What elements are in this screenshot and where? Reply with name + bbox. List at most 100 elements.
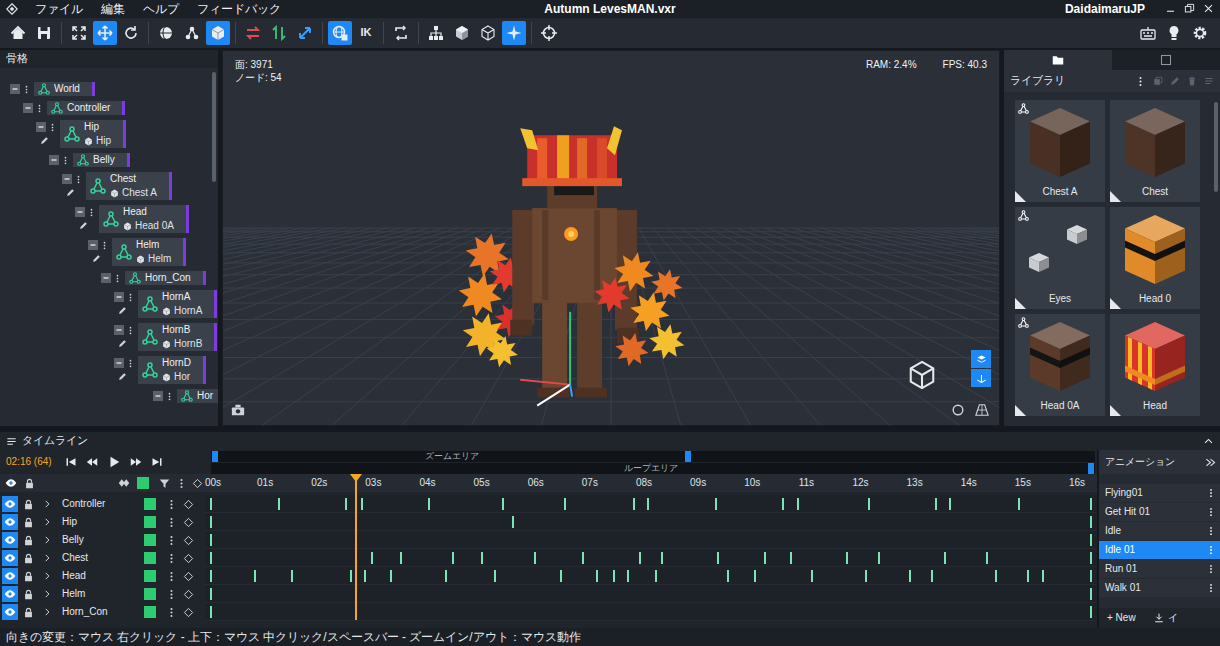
track-color-swatch[interactable] (144, 570, 156, 582)
tool-button[interactable] (293, 21, 317, 45)
expand-icon[interactable] (38, 607, 56, 617)
import-animation-button[interactable]: イ (1154, 612, 1178, 624)
node-label[interactable]: World (54, 83, 80, 95)
track-row[interactable]: Belly (0, 531, 1097, 549)
keyframe[interactable] (647, 498, 649, 510)
mesh-label[interactable]: HornB (174, 338, 202, 350)
mesh-label[interactable]: Hor (174, 371, 190, 383)
track-color-swatch[interactable] (144, 588, 156, 600)
keyframe[interactable] (564, 498, 566, 510)
track-menu-icon[interactable] (162, 517, 180, 528)
track-name[interactable]: Belly (56, 534, 142, 546)
time-axis[interactable]: 00s01s02s03s04s05s06s07s08s09s10s11s12s1… (211, 474, 1097, 492)
visibility-icon[interactable] (2, 568, 18, 584)
collapse-icon[interactable] (49, 155, 59, 165)
keyframe[interactable] (655, 570, 657, 582)
keyframe[interactable] (350, 570, 352, 582)
visibility-icon[interactable] (2, 604, 18, 620)
keyframe[interactable] (210, 606, 212, 618)
timeline-menu-icon[interactable] (6, 436, 17, 447)
track-color-swatch[interactable] (144, 552, 156, 564)
collapse-icon[interactable] (75, 207, 85, 217)
animation-name[interactable]: Walk 01 (1105, 582, 1141, 594)
keyframe[interactable] (754, 570, 756, 582)
add-key-icon[interactable] (180, 553, 196, 564)
library-scrollbar[interactable] (1214, 102, 1218, 192)
keyframe[interactable] (944, 552, 946, 564)
app-logo-icon[interactable] (6, 3, 18, 15)
keyframe[interactable] (1027, 570, 1029, 582)
tool-button[interactable] (32, 21, 56, 45)
keyframe[interactable] (717, 552, 719, 564)
mesh-label[interactable]: Chest A (122, 187, 157, 199)
keyframe[interactable] (210, 552, 212, 564)
keyframes-icon[interactable] (115, 477, 133, 489)
keyframe[interactable] (865, 570, 867, 582)
track-row[interactable]: Helm (0, 585, 1097, 603)
collapse-icon[interactable] (114, 292, 124, 302)
add-key-icon[interactable] (189, 478, 205, 489)
node-menu-icon[interactable] (126, 359, 135, 368)
keyframe[interactable] (291, 570, 293, 582)
keyframe[interactable] (390, 570, 392, 582)
keyframe[interactable] (797, 498, 799, 510)
menu-item[interactable]: ヘルプ (134, 2, 188, 16)
track-name[interactable]: Helm (56, 588, 142, 600)
edit-pencil-icon[interactable] (36, 136, 60, 145)
keyframe[interactable] (661, 552, 663, 564)
track-row[interactable]: Horn_Con (0, 603, 1097, 621)
ruler-area[interactable]: 00s01s02s03s04s05s06s07s08s09s10s11s12s1… (205, 474, 1097, 492)
keyframe[interactable] (633, 498, 635, 510)
tree-node[interactable]: Horn_Con (101, 271, 218, 285)
node-label-box[interactable]: HornDHor (138, 356, 206, 384)
track-keys-area[interactable] (205, 585, 1097, 603)
orbit-icon[interactable] (951, 403, 965, 417)
keyframe[interactable] (502, 498, 504, 510)
keyframe[interactable] (1090, 606, 1092, 618)
keyframe[interactable] (278, 498, 280, 510)
collapse-icon[interactable] (36, 122, 46, 132)
node-menu-icon[interactable] (126, 293, 135, 302)
node-menu-icon[interactable] (74, 175, 83, 184)
tool-button[interactable] (1136, 21, 1160, 45)
node-label-box[interactable]: HelmHelm (112, 238, 186, 266)
keyframe[interactable] (445, 570, 447, 582)
track-menu-icon[interactable] (162, 589, 180, 600)
track-row[interactable]: Chest (0, 549, 1097, 567)
expand-icon[interactable] (38, 535, 56, 545)
add-key-icon[interactable] (180, 499, 196, 510)
tool-button[interactable] (537, 21, 561, 45)
library-menu-icon[interactable] (1135, 76, 1146, 87)
keyframe[interactable] (1090, 516, 1092, 528)
keyframe[interactable] (596, 570, 598, 582)
tool-button[interactable] (476, 21, 500, 45)
user-name[interactable]: DaidaimaruJP (1065, 2, 1145, 16)
keyframe[interactable] (210, 570, 212, 582)
tree-node[interactable]: HelmHelm (88, 238, 218, 266)
node-label-box[interactable]: HornBHornB (138, 323, 217, 351)
node-mesh[interactable]: Hip (84, 135, 111, 147)
keyframe[interactable] (1018, 498, 1020, 510)
node-menu-icon[interactable] (126, 326, 135, 335)
tree-node[interactable]: ChestChest A (62, 172, 218, 200)
keyframe[interactable] (534, 552, 536, 564)
edit-pencil-icon[interactable] (114, 339, 138, 348)
keyframe[interactable] (1090, 498, 1092, 510)
visibility-icon[interactable] (2, 496, 18, 512)
add-key-icon[interactable] (180, 589, 196, 600)
library-item[interactable]: Head (1110, 314, 1200, 416)
next-icon[interactable] (130, 456, 142, 468)
animation-name[interactable]: Get Hit 01 (1105, 506, 1150, 518)
edit-pencil-icon[interactable] (75, 221, 99, 230)
animation-item[interactable]: Run 01 (1099, 560, 1220, 578)
track-menu-icon[interactable] (162, 535, 180, 546)
track-color-swatch[interactable] (144, 606, 156, 618)
expand-icon[interactable] (38, 517, 56, 527)
keyframe[interactable] (1090, 588, 1092, 600)
node-mesh[interactable]: HornA (162, 305, 202, 317)
animation-menu-icon[interactable] (1206, 507, 1216, 517)
visibility-icon[interactable] (2, 514, 18, 530)
node-label-box[interactable]: ChestChest A (86, 172, 172, 200)
expand-icon[interactable] (38, 553, 56, 563)
track-keys-area[interactable] (205, 567, 1097, 585)
